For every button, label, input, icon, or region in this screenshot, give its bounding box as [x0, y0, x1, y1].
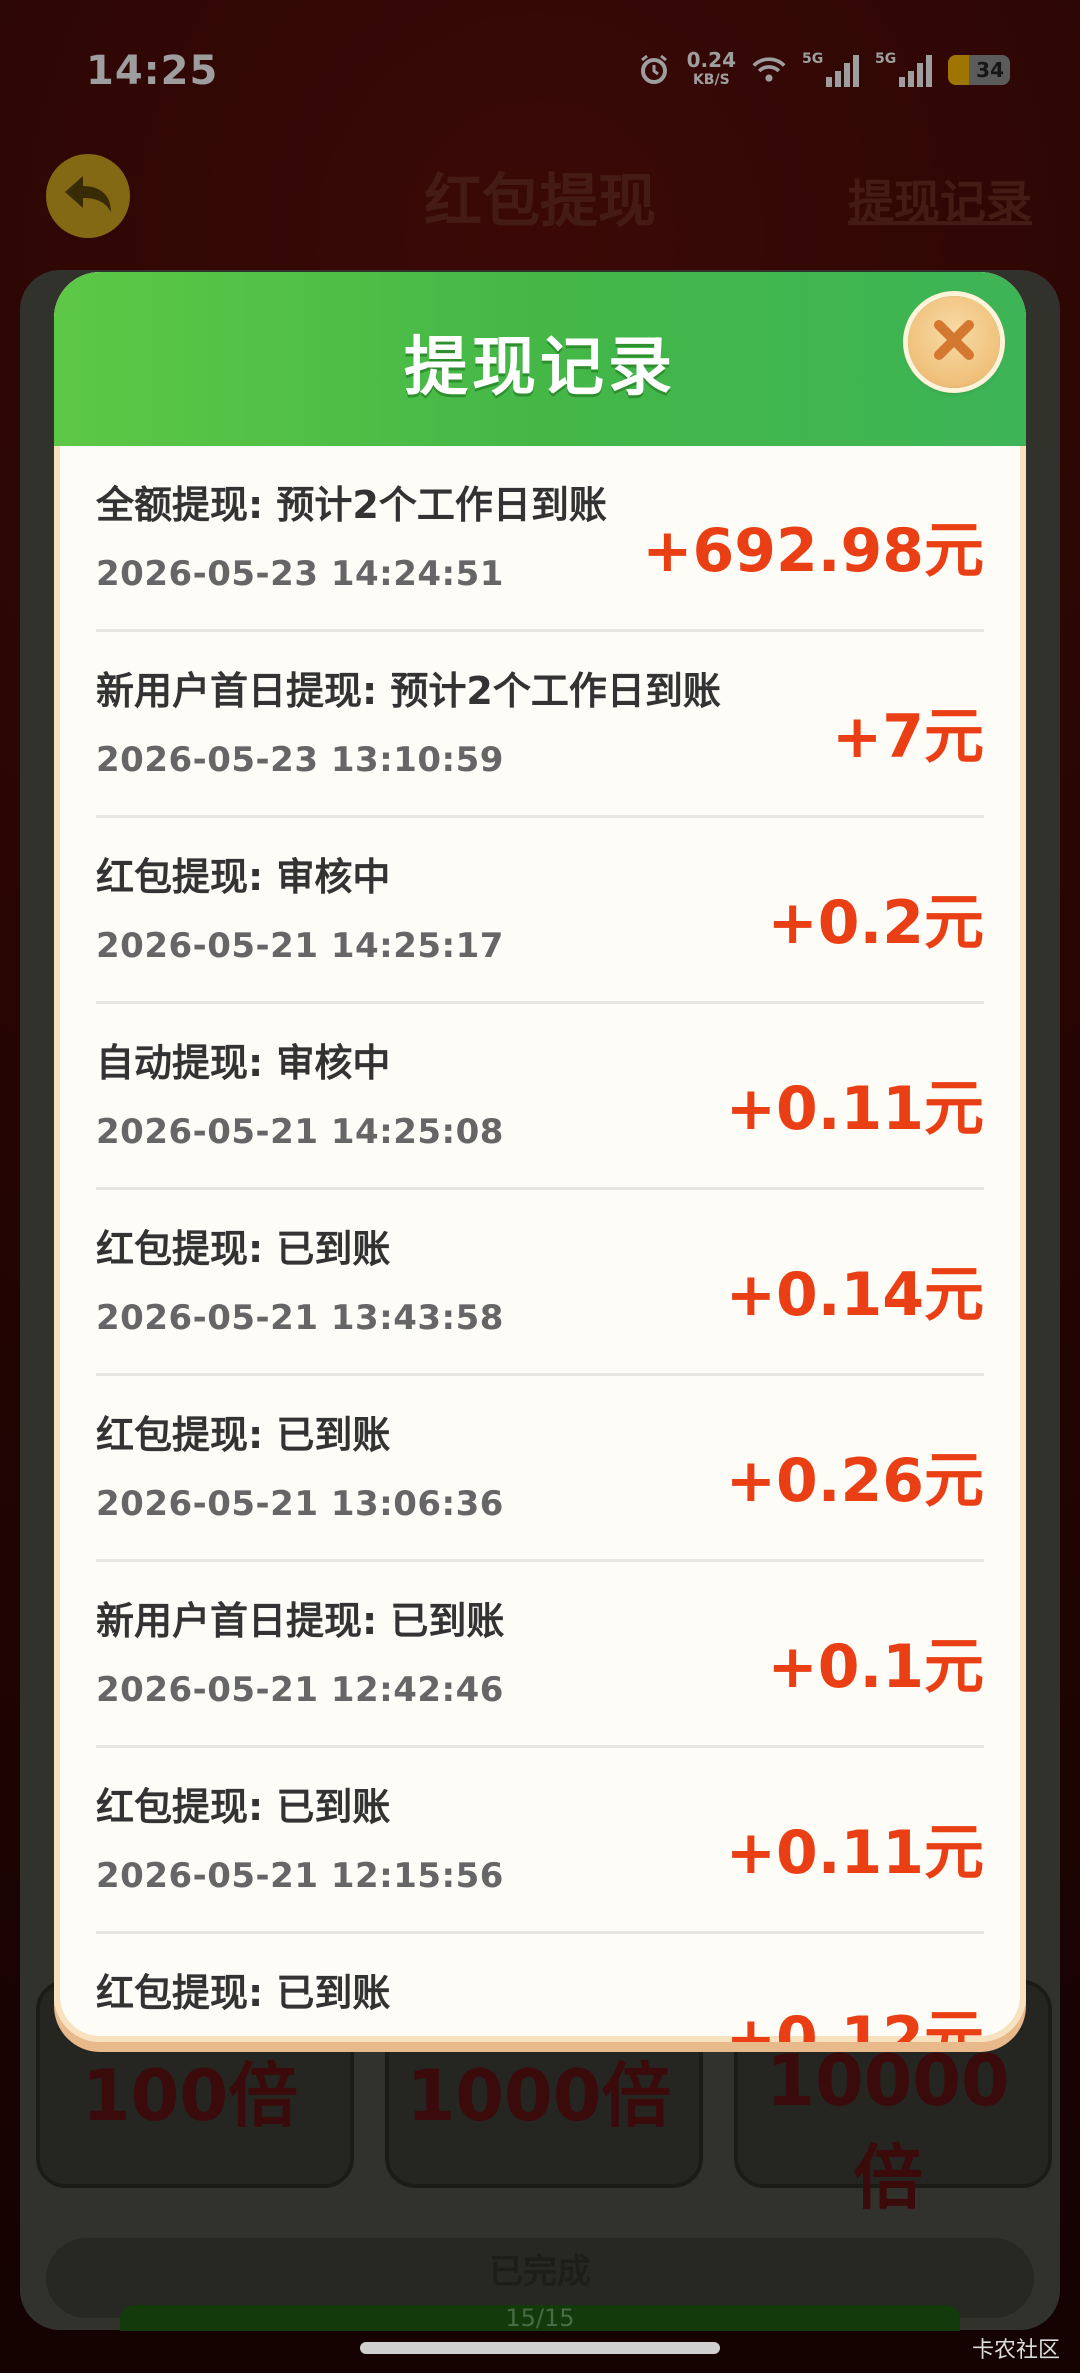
record-desc: 红包提现: 已到账: [96, 1413, 391, 1457]
list-item: 红包提现: 已到账 2026-05-21 12:15:56 +0.11元: [96, 1748, 984, 1934]
list-item: 新用户首日提现: 预计2个工作日到账 2026-05-23 13:10:59 +…: [96, 632, 984, 818]
record-desc: 红包提现: 已到账: [96, 1227, 391, 1271]
record-desc: 红包提现: 已到账: [96, 1785, 391, 1829]
list-item: 红包提现: 审核中 2026-05-21 14:25:17 +0.2元: [96, 818, 984, 1004]
record-time: 2026-05-23 13:10:59: [96, 740, 504, 780]
record-amount: +0.1元: [767, 1632, 984, 1702]
record-desc: 红包提现: 审核中: [96, 855, 391, 899]
record-amount: +692.98元: [642, 516, 984, 586]
record-time: 2026-05-21 14:25:08: [96, 1112, 504, 1152]
list-item: 新用户首日提现: 已到账 2026-05-21 12:42:46 +0.1元: [96, 1562, 984, 1748]
record-amount: +0.11元: [725, 1818, 984, 1888]
close-button[interactable]: [908, 296, 1000, 388]
record-amount: +7元: [831, 702, 984, 772]
record-list[interactable]: 全额提现: 预计2个工作日到账 2026-05-23 14:24:51 +692…: [96, 446, 984, 2042]
list-item: 红包提现: 已到账 2026-05-21 13:06:36 +0.26元: [96, 1376, 984, 1562]
record-amount: +0.12元: [725, 2004, 984, 2042]
modal-title: 提现记录: [404, 331, 676, 405]
record-time: 2026-05-23 14:24:51: [96, 554, 504, 594]
record-amount: +0.14元: [725, 1260, 984, 1330]
record-desc: 自动提现: 审核中: [96, 1041, 391, 1085]
withdraw-record-modal: 提现记录 全额提现: 预计2个工作日到账 2026-05-23 14:24:51…: [54, 272, 1026, 2042]
record-desc: 新用户首日提现: 预计2个工作日到账: [96, 669, 721, 713]
list-item: 全额提现: 预计2个工作日到账 2026-05-23 14:24:51 +692…: [96, 446, 984, 632]
list-item: 红包提现: 已到账 +0.12元: [96, 1934, 984, 2042]
record-time: 2026-05-21 13:43:58: [96, 1298, 504, 1338]
record-time: 2026-05-21 12:42:46: [96, 1670, 504, 1710]
record-amount: +0.2元: [767, 888, 984, 958]
list-item: 自动提现: 审核中 2026-05-21 14:25:08 +0.11元: [96, 1004, 984, 1190]
record-time: 2026-05-21 14:25:17: [96, 926, 504, 966]
record-desc: 全额提现: 预计2个工作日到账: [96, 483, 607, 527]
record-amount: +0.11元: [725, 1074, 984, 1144]
modal-header: 提现记录: [54, 272, 1026, 446]
record-amount: +0.26元: [725, 1446, 984, 1516]
home-indicator[interactable]: [360, 2342, 720, 2354]
record-time: 2026-05-21 13:06:36: [96, 1484, 504, 1524]
record-time: 2026-05-21 12:15:56: [96, 1856, 504, 1896]
close-icon: [929, 315, 979, 369]
record-desc: 红包提现: 已到账: [96, 1971, 391, 2015]
record-desc: 新用户首日提现: 已到账: [96, 1599, 505, 1643]
list-item: 红包提现: 已到账 2026-05-21 13:43:58 +0.14元: [96, 1190, 984, 1376]
watermark: 卡农社区: [971, 2338, 1060, 2363]
